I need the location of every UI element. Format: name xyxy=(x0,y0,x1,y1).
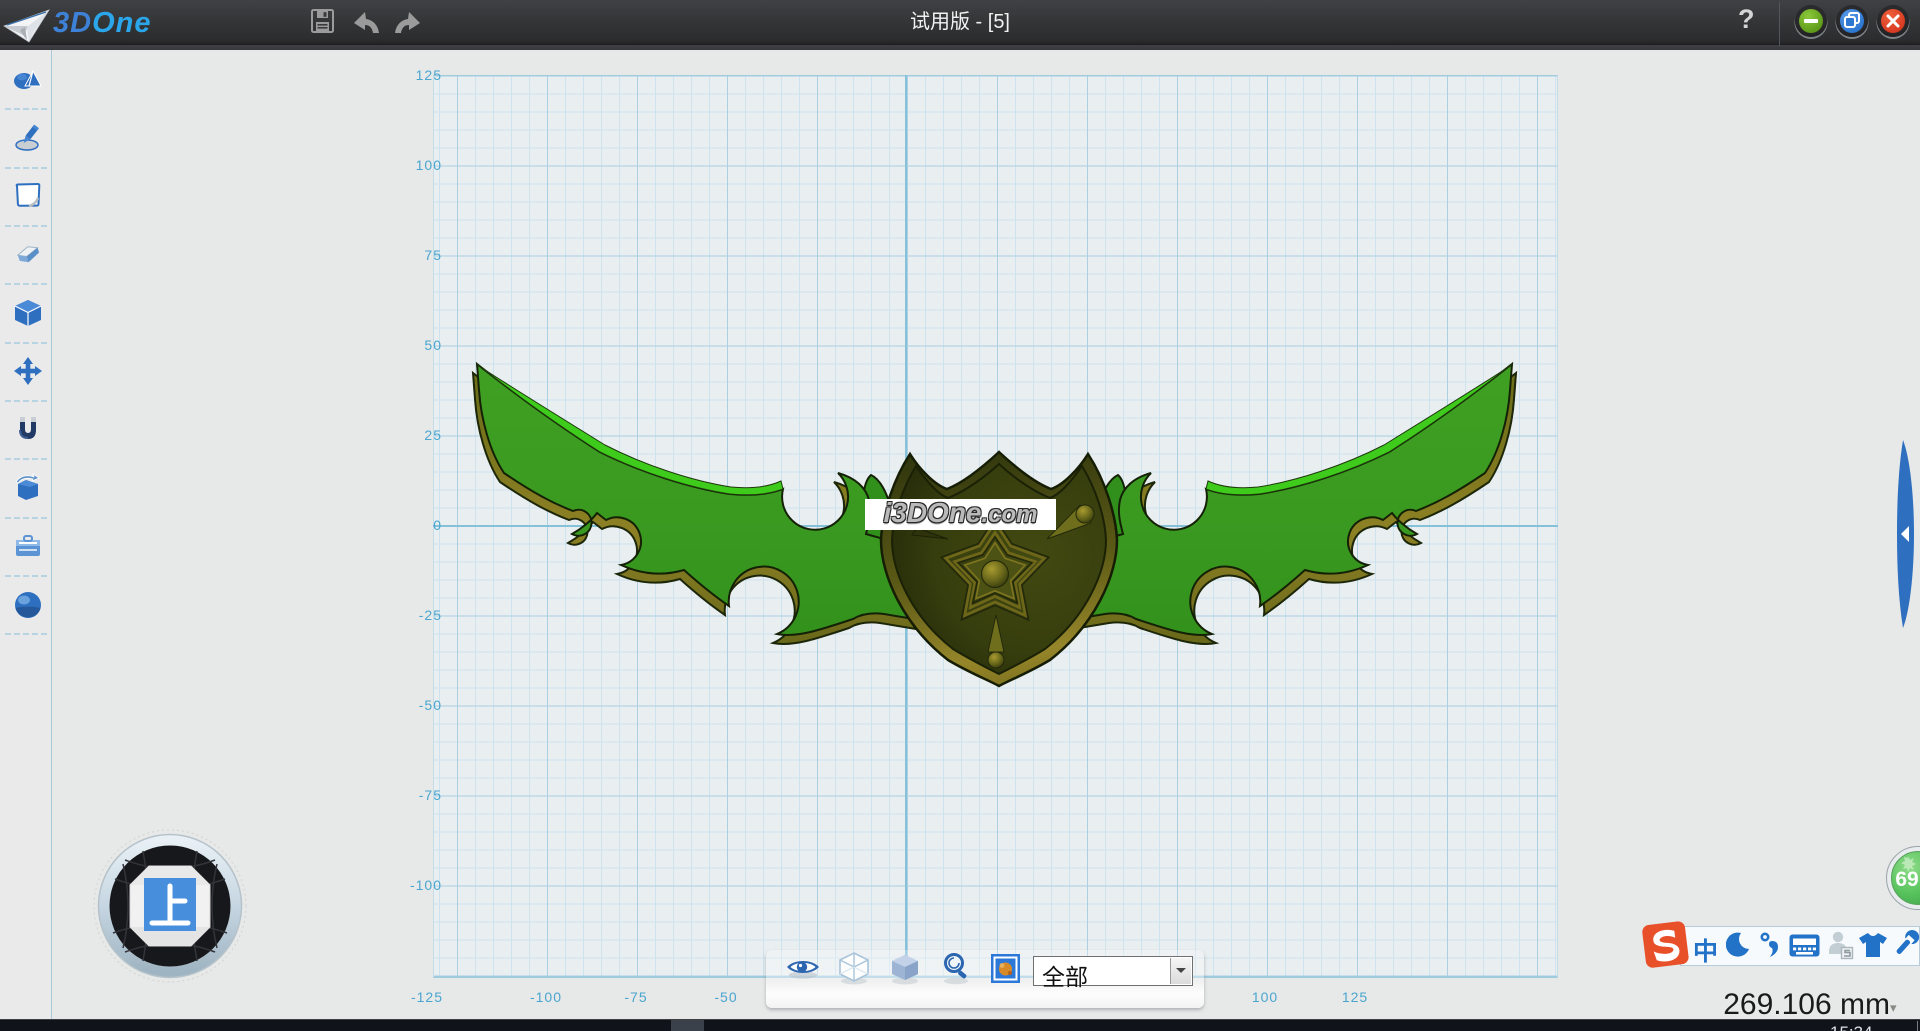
svg-text:69: 69 xyxy=(1895,868,1918,891)
